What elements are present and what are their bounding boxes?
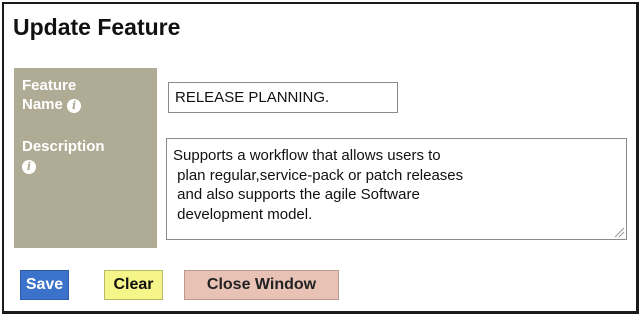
page-title: Update Feature [13, 14, 181, 40]
feature-name-label-line1: Feature [22, 77, 77, 94]
info-icon[interactable]: i [67, 99, 82, 113]
resize-grip-icon[interactable] [614, 227, 625, 238]
clear-button[interactable]: Clear [104, 270, 163, 300]
info-icon[interactable]: i [22, 160, 36, 174]
description-label: Description i [22, 137, 105, 175]
feature-name-input[interactable] [168, 82, 398, 113]
save-button[interactable]: Save [20, 270, 69, 300]
description-label-text: Description [22, 138, 105, 155]
description-textarea[interactable]: Supports a workflow that allows users to… [166, 138, 627, 240]
feature-name-label: Feature Name i [22, 76, 82, 114]
feature-name-label-line2: Name [22, 96, 63, 113]
close-window-button[interactable]: Close Window [184, 270, 339, 300]
